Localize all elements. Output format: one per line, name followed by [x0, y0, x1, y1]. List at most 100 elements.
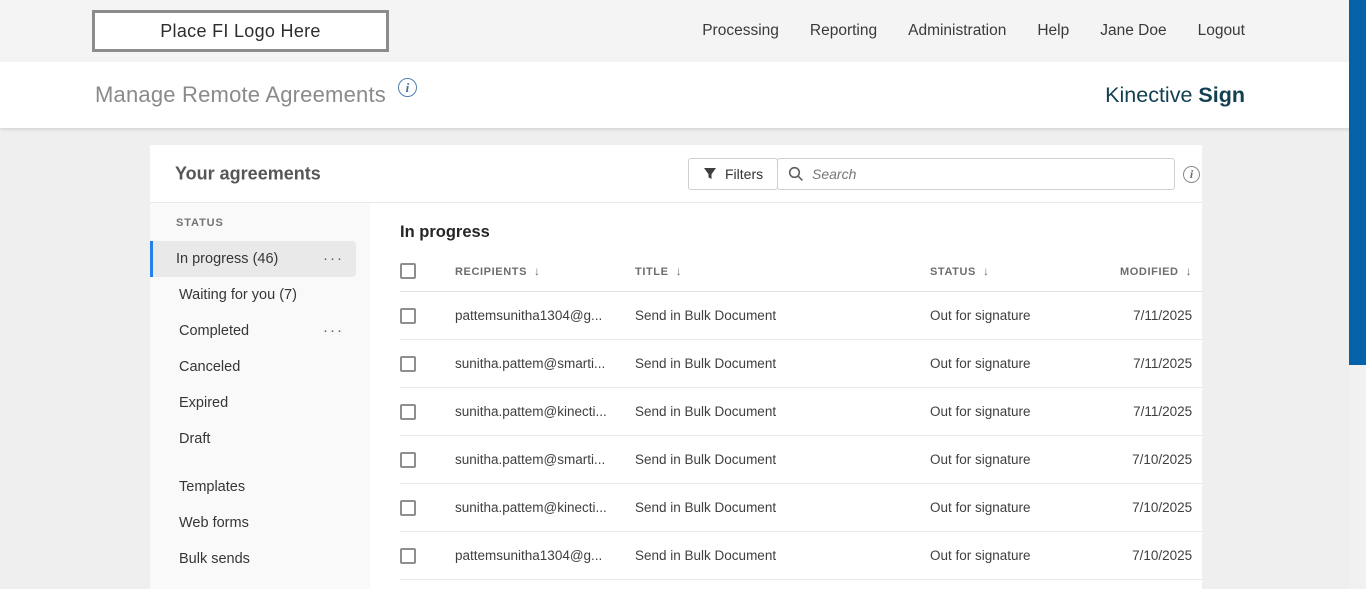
filters-button-label: Filters [725, 166, 764, 182]
brand-name: Kinective [1105, 82, 1193, 107]
row-checkbox[interactable] [400, 499, 416, 516]
cell-modified: 7/11/2025 [1133, 356, 1193, 371]
top-navigation: Processing Reporting Administration Help… [702, 0, 1245, 62]
sort-arrow-icon: ↓ [1185, 263, 1193, 278]
sidebar-item-bulk-sends[interactable]: Bulk sends [150, 541, 356, 577]
row-checkbox[interactable] [400, 547, 416, 564]
cell-status: Out for signature [930, 308, 1031, 323]
sort-arrow-icon: ↓ [982, 263, 990, 278]
cell-recipients: sunitha.pattem@kinecti... [455, 500, 607, 515]
item-overflow-menu-icon[interactable]: ··· [323, 323, 344, 338]
cell-title: Send in Bulk Document [635, 308, 777, 323]
page-header: Manage Remote Agreements i Kinective Sig… [0, 62, 1366, 128]
column-header-status[interactable]: STATUS ↓ [930, 264, 1120, 278]
cell-modified: 7/10/2025 [1132, 548, 1193, 563]
table-section-title: In progress [400, 223, 490, 241]
cell-status: Out for signature [930, 500, 1031, 515]
top-bar: Place FI Logo Here Processing Reporting … [0, 0, 1366, 62]
sidebar-item-label: Waiting for you (7) [179, 287, 297, 303]
brand-logo: Kinective Sign [1105, 62, 1245, 128]
sidebar-item-draft[interactable]: Draft [150, 421, 356, 457]
status-filter-list: In progress (46) ··· Waiting for you (7)… [150, 241, 370, 457]
top-nav-jane-doe[interactable]: Jane Doe [1100, 22, 1166, 40]
page-scrollbar-thumb[interactable] [1349, 0, 1366, 365]
cell-status: Out for signature [930, 548, 1031, 563]
status-sidebar: STATUS In progress (46) ··· Waiting for … [150, 203, 370, 589]
cell-status: Out for signature [930, 452, 1031, 467]
row-checkbox[interactable] [400, 451, 416, 468]
top-nav-reporting[interactable]: Reporting [810, 22, 877, 40]
page-title: Manage Remote Agreements [95, 82, 386, 107]
cell-title: Send in Bulk Document [635, 404, 777, 419]
page-scrollbar[interactable] [1349, 0, 1366, 589]
search-box [777, 158, 1175, 190]
panel-info-icon[interactable]: i [1183, 166, 1200, 183]
cell-recipients: sunitha.pattem@smarti... [455, 356, 606, 371]
search-icon [788, 166, 804, 182]
sidebar-item-completed[interactable]: Completed ··· [150, 313, 356, 349]
table-row[interactable]: pattemsunitha1304@g... Send in Bulk Docu… [400, 532, 1202, 580]
sidebar-item-label: Expired [179, 395, 229, 411]
fi-logo-text: Place FI Logo Here [160, 20, 321, 41]
top-nav-processing[interactable]: Processing [702, 22, 779, 40]
table-row[interactable]: sunitha.pattem@kinecti... Send in Bulk D… [400, 388, 1202, 436]
table-body: pattemsunitha1304@g... Send in Bulk Docu… [400, 292, 1202, 580]
sidebar-item-expired[interactable]: Expired [150, 385, 356, 421]
sidebar-item-templates[interactable]: Templates [150, 469, 356, 505]
sidebar-item-label: In progress (46) [176, 251, 279, 267]
sort-arrow-icon: ↓ [675, 263, 683, 278]
sidebar-item-waiting-for-you-7[interactable]: Waiting for you (7) [150, 277, 356, 313]
cell-recipients: sunitha.pattem@kinecti... [455, 404, 607, 419]
cell-status: Out for signature [930, 356, 1031, 371]
row-checkbox[interactable] [400, 307, 416, 324]
page-info-icon[interactable]: i [397, 77, 417, 97]
column-header-modified[interactable]: MODIFIED ↓ [1120, 264, 1192, 278]
sidebar-item-label: Bulk sends [179, 551, 250, 567]
sidebar-section-label: STATUS [176, 217, 224, 229]
cell-title: Send in Bulk Document [635, 452, 777, 467]
cell-modified: 7/10/2025 [1132, 452, 1193, 467]
sidebar-item-in-progress-46[interactable]: In progress (46) ··· [150, 241, 356, 277]
filters-button[interactable]: Filters [688, 158, 779, 190]
item-overflow-menu-icon[interactable]: ··· [323, 251, 344, 266]
fi-logo-placeholder: Place FI Logo Here [92, 10, 389, 52]
table-row[interactable]: sunitha.pattem@smarti... Send in Bulk Do… [400, 340, 1202, 388]
table-row[interactable]: sunitha.pattem@kinecti... Send in Bulk D… [400, 484, 1202, 532]
sidebar-item-label: Canceled [179, 359, 241, 375]
cell-modified: 7/11/2025 [1133, 308, 1193, 323]
sidebar-item-web-forms[interactable]: Web forms [150, 505, 356, 541]
select-all-checkbox[interactable] [400, 262, 416, 279]
column-header-recipients[interactable]: RECIPIENTS ↓ [455, 264, 635, 278]
cell-title: Send in Bulk Document [635, 548, 777, 563]
top-nav-help[interactable]: Help [1037, 22, 1069, 40]
cell-recipients: pattemsunitha1304@g... [455, 308, 603, 323]
cell-modified: 7/11/2025 [1133, 404, 1193, 419]
cell-modified: 7/10/2025 [1132, 500, 1193, 515]
panel-title: Your agreements [175, 163, 321, 183]
row-checkbox[interactable] [400, 403, 416, 420]
cell-status: Out for signature [930, 404, 1031, 419]
column-header-title[interactable]: TITLE ↓ [635, 264, 930, 278]
sidebar-item-label: Web forms [179, 515, 249, 531]
sort-arrow-icon: ↓ [534, 263, 541, 278]
cell-recipients: pattemsunitha1304@g... [455, 548, 603, 563]
cell-recipients: sunitha.pattem@smarti... [455, 452, 606, 467]
row-checkbox[interactable] [400, 355, 416, 372]
top-nav-administration[interactable]: Administration [908, 22, 1006, 40]
agreements-panel: Your agreements Filters i STATUS In prog… [150, 145, 1202, 589]
brand-product: Sign [1198, 82, 1245, 107]
table-row[interactable]: sunitha.pattem@smarti... Send in Bulk Do… [400, 436, 1202, 484]
sidebar-item-label: Templates [179, 479, 246, 495]
search-input[interactable] [812, 166, 1164, 182]
table-header-row: RECIPIENTS ↓ TITLE ↓ STATUS ↓ MODIFIED ↓ [400, 250, 1202, 292]
table-row[interactable]: pattemsunitha1304@g... Send in Bulk Docu… [400, 292, 1202, 340]
other-views-list: Templates Web forms Bulk sends [150, 469, 370, 577]
sidebar-item-canceled[interactable]: Canceled [150, 349, 356, 385]
cell-title: Send in Bulk Document [635, 356, 777, 371]
sidebar-item-label: Completed [179, 323, 250, 339]
agreements-table-area: In progress RECIPIENTS ↓ TITLE ↓ STATUS ↓ M… [370, 203, 1202, 589]
top-nav-logout[interactable]: Logout [1198, 22, 1245, 40]
cell-title: Send in Bulk Document [635, 500, 777, 515]
sidebar-item-label: Draft [179, 431, 211, 447]
